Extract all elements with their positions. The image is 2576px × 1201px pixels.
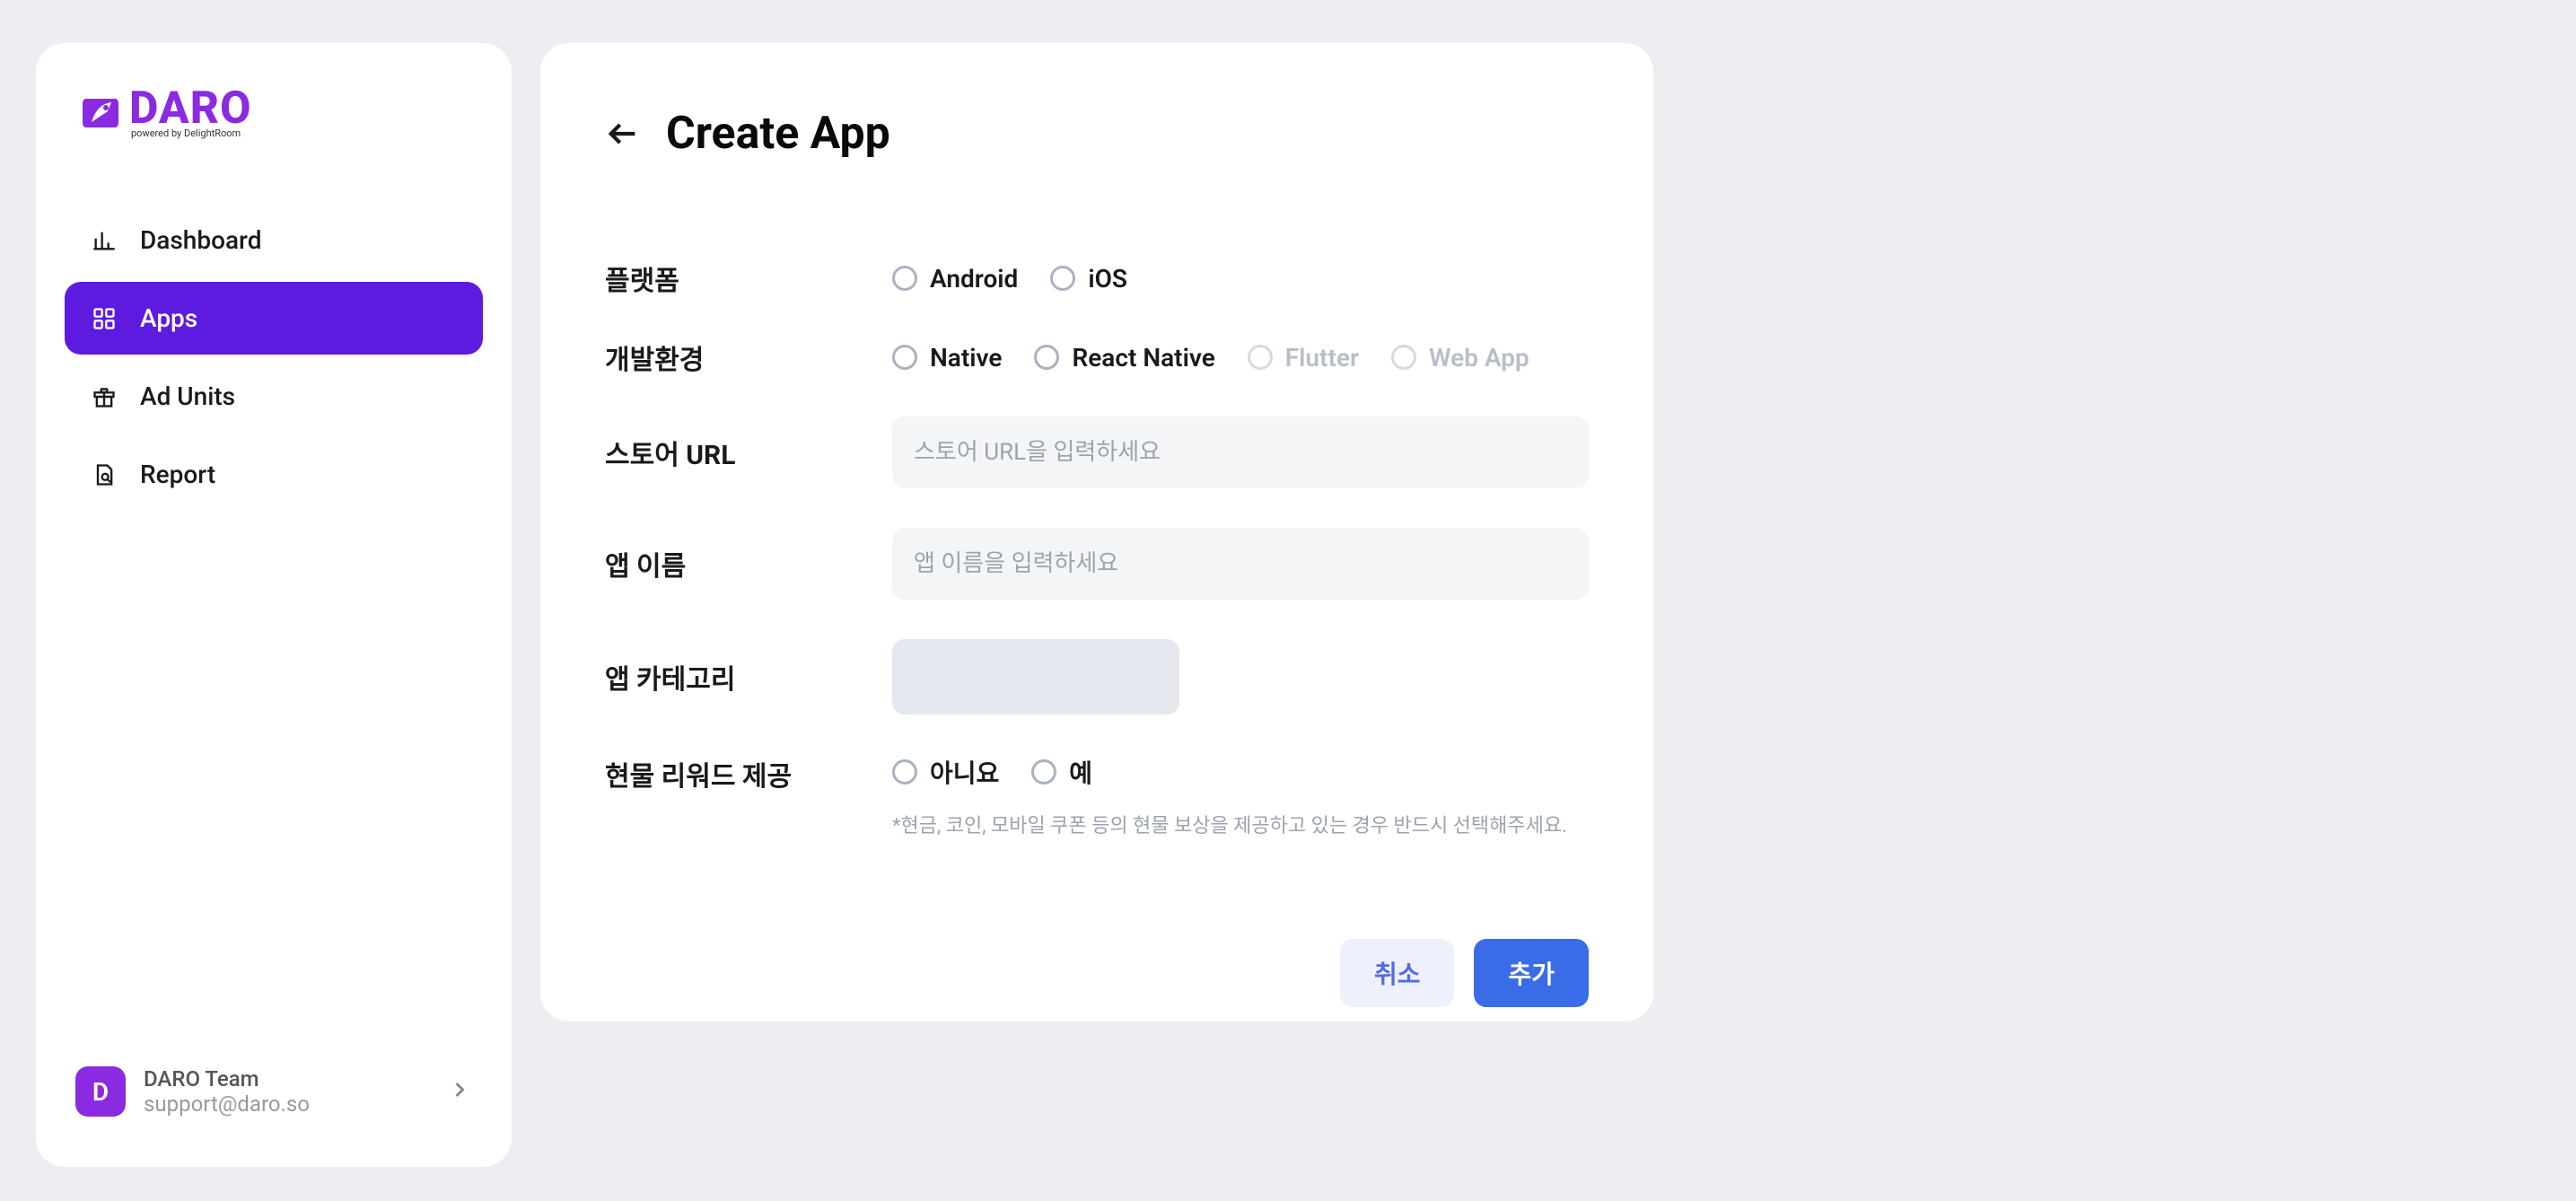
radio-icon (1031, 759, 1056, 785)
chevron-right-icon (447, 1077, 472, 1106)
reward-label: 현물 리워드 제공 (605, 754, 892, 793)
radio-label: iOS (1088, 264, 1127, 294)
radio-icon (1248, 345, 1273, 370)
platform-radio-group: Android iOS (892, 264, 1589, 294)
radio-label: React Native (1072, 343, 1214, 373)
radio-label: Flutter (1285, 343, 1359, 373)
radio-label: 아니요 (930, 754, 999, 790)
user-name: DARO Team (144, 1066, 429, 1091)
reward-radio-yes[interactable]: 예 (1031, 754, 1092, 790)
radio-icon (892, 266, 917, 291)
page-title: Create App (666, 108, 890, 160)
sidebar-item-report[interactable]: Report (65, 438, 483, 511)
radio-label: Android (930, 264, 1018, 294)
app-name-label: 앱 이름 (605, 544, 892, 583)
devenv-radio-web-app: Web App (1391, 343, 1529, 373)
devenv-radio-group: Native React Native Flutter Web App (892, 343, 1589, 373)
platform-label: 플랫폼 (605, 259, 892, 298)
sidebar-item-label: Dashboard (140, 225, 261, 255)
devenv-radio-flutter: Flutter (1248, 343, 1359, 373)
radio-icon (1391, 345, 1416, 370)
user-email: support@daro.so (144, 1091, 429, 1117)
radio-icon (1034, 345, 1059, 370)
arrow-left-icon (605, 116, 641, 152)
form-actions: 취소 추가 (605, 939, 1589, 1007)
sidebar-nav: Dashboard Apps Ad Units (65, 204, 483, 511)
reward-radio-no[interactable]: 아니요 (892, 754, 999, 790)
sidebar-item-label: Report (140, 460, 215, 489)
radio-icon (1050, 266, 1075, 291)
sidebar: DARO powered by DelightRoom Dashboard (36, 43, 512, 1167)
sidebar-item-apps[interactable]: Apps (65, 282, 483, 355)
reward-radio-group: 아니요 예 (892, 754, 1589, 790)
gift-icon (90, 382, 118, 411)
radio-icon (892, 345, 917, 370)
grid-icon (90, 304, 118, 333)
cancel-button[interactable]: 취소 (1340, 939, 1455, 1007)
devenv-label: 개발환경 (605, 338, 892, 377)
document-search-icon (90, 460, 118, 489)
platform-radio-ios[interactable]: iOS (1050, 264, 1127, 294)
app-name-input[interactable] (892, 528, 1589, 600)
category-label: 앱 카테고리 (605, 657, 892, 697)
radio-icon (892, 759, 917, 785)
avatar: D (75, 1066, 126, 1117)
sidebar-item-label: Apps (140, 303, 197, 333)
submit-button[interactable]: 추가 (1474, 939, 1589, 1007)
platform-radio-android[interactable]: Android (892, 264, 1018, 294)
devenv-radio-react-native[interactable]: React Native (1034, 343, 1214, 373)
reward-hint: *현금, 코인, 모바일 쿠폰 등의 현물 보상을 제공하고 있는 경우 반드시… (892, 810, 1589, 838)
rocket-icon (79, 92, 122, 135)
brand-tagline: powered by DelightRoom (131, 127, 252, 139)
back-button[interactable] (605, 116, 641, 152)
create-app-form: 플랫폼 Android iOS 개발환경 (605, 259, 1589, 1007)
main-content: Create App 플랫폼 Android iOS 개발환경 (540, 43, 1653, 1021)
category-select[interactable] (892, 639, 1179, 714)
sidebar-item-label: Ad Units (140, 381, 235, 411)
devenv-radio-native[interactable]: Native (892, 343, 1002, 373)
store-url-input[interactable] (892, 416, 1589, 488)
brand-name: DARO (129, 86, 252, 131)
chart-bar-icon (90, 226, 118, 255)
radio-label: Web App (1429, 343, 1529, 373)
store-url-label: 스토어 URL (605, 433, 892, 472)
radio-label: 예 (1069, 754, 1092, 790)
brand-logo[interactable]: DARO powered by DelightRoom (65, 86, 483, 139)
user-account-footer[interactable]: D DARO Team support@daro.so (65, 1052, 483, 1131)
sidebar-item-dashboard[interactable]: Dashboard (65, 204, 483, 276)
radio-label: Native (930, 343, 1002, 373)
sidebar-item-ad-units[interactable]: Ad Units (65, 360, 483, 433)
page-header: Create App (605, 108, 1589, 160)
